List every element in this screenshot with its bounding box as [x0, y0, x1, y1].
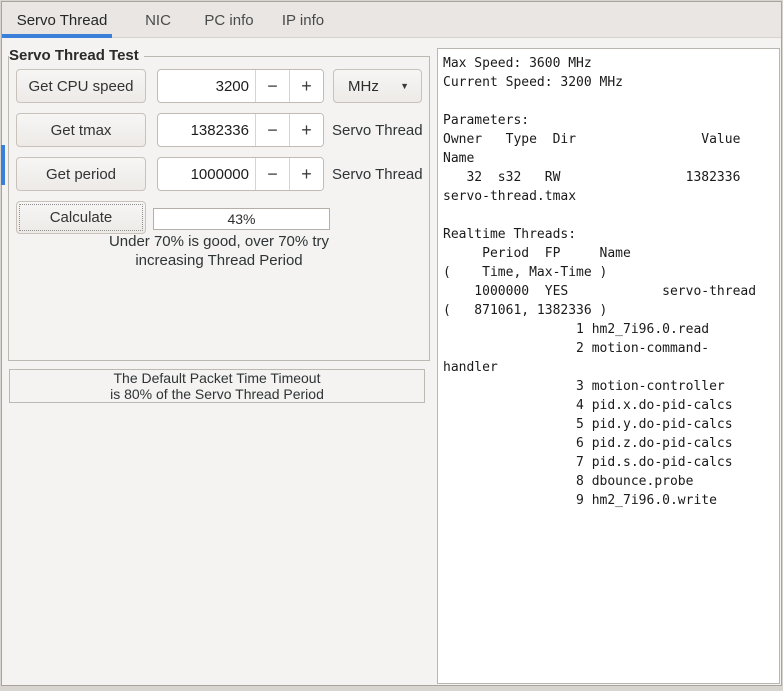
- tab-pc-info[interactable]: PC info: [194, 2, 264, 38]
- tab-servo-thread-label: Servo Thread: [16, 11, 108, 29]
- get-tmax-button[interactable]: Get tmax: [16, 113, 146, 147]
- servo-thread-test-frame: Servo Thread Test Get CPU speed 3200 − +…: [8, 47, 430, 361]
- period-value[interactable]: 1000000: [158, 158, 255, 190]
- calculate-button[interactable]: Calculate: [16, 201, 146, 234]
- diagnostics-output-panel: Max Speed: 3600 MHz Current Speed: 3200 …: [437, 48, 780, 684]
- plus-icon: +: [301, 119, 312, 140]
- packet-timeout-note: The Default Packet Time Timeout is 80% o…: [10, 370, 424, 402]
- load-hint-line1: Under 70% is good, over 70% try: [108, 233, 330, 250]
- tab-nic-label: NIC: [145, 11, 171, 29]
- tmax-increment-button[interactable]: +: [289, 114, 323, 146]
- packet-timeout-line1: The Default Packet Time Timeout: [113, 370, 321, 386]
- minus-icon: −: [267, 75, 278, 96]
- period-increment-button[interactable]: +: [289, 158, 323, 190]
- active-tab-underline: [2, 34, 112, 38]
- unit-dropdown[interactable]: MHz ▼: [333, 69, 422, 103]
- load-percent-value: 43%: [227, 211, 256, 227]
- plus-icon: +: [301, 75, 312, 96]
- unit-dropdown-value: MHz: [348, 77, 379, 95]
- frame-title: Servo Thread Test: [9, 47, 144, 65]
- get-cpu-speed-button[interactable]: Get CPU speed: [16, 69, 146, 103]
- app-window: Servo Thread NIC PC info IP info Servo T…: [1, 1, 782, 686]
- load-hint-line2: increasing Thread Period: [135, 252, 303, 269]
- get-tmax-label: Get tmax: [50, 121, 112, 139]
- tab-bar: Servo Thread NIC PC info IP info: [2, 2, 781, 38]
- cpu-speed-spinbox: 3200 − +: [157, 69, 324, 103]
- get-cpu-speed-label: Get CPU speed: [28, 77, 134, 95]
- period-thread-label: Servo Thread: [332, 165, 423, 183]
- tab-nic[interactable]: NIC: [122, 2, 194, 38]
- tab-ip-info-label: IP info: [281, 11, 325, 29]
- tmax-decrement-button[interactable]: −: [255, 114, 289, 146]
- chevron-down-icon: ▼: [400, 81, 409, 91]
- packet-timeout-line2: is 80% of the Servo Thread Period: [110, 385, 324, 402]
- diagnostics-output-text: Max Speed: 3600 MHz Current Speed: 3200 …: [443, 56, 757, 508]
- load-hint-text: Under 70% is good, over 70% try increasi…: [9, 232, 429, 270]
- get-period-label: Get period: [45, 165, 117, 183]
- packet-timeout-frame: The Default Packet Time Timeout is 80% o…: [9, 369, 425, 403]
- plus-icon: +: [301, 163, 312, 184]
- minus-icon: −: [267, 119, 278, 140]
- tmax-spinbox: 1382336 − +: [157, 113, 324, 147]
- tab-pc-info-label: PC info: [204, 11, 254, 29]
- tmax-value[interactable]: 1382336: [158, 114, 255, 146]
- left-accent-bar: [1, 145, 5, 185]
- cpu-speed-increment-button[interactable]: +: [289, 70, 323, 102]
- period-decrement-button[interactable]: −: [255, 158, 289, 190]
- load-percent-indicator: 43%: [153, 208, 330, 230]
- calculate-label: Calculate: [49, 209, 113, 226]
- cpu-speed-decrement-button[interactable]: −: [255, 70, 289, 102]
- period-spinbox: 1000000 − +: [157, 157, 324, 191]
- get-period-button[interactable]: Get period: [16, 157, 146, 191]
- tab-servo-thread[interactable]: Servo Thread: [2, 2, 122, 38]
- minus-icon: −: [267, 163, 278, 184]
- tmax-thread-label: Servo Thread: [332, 121, 423, 139]
- cpu-speed-value[interactable]: 3200: [158, 70, 255, 102]
- tab-ip-info[interactable]: IP info: [264, 2, 342, 38]
